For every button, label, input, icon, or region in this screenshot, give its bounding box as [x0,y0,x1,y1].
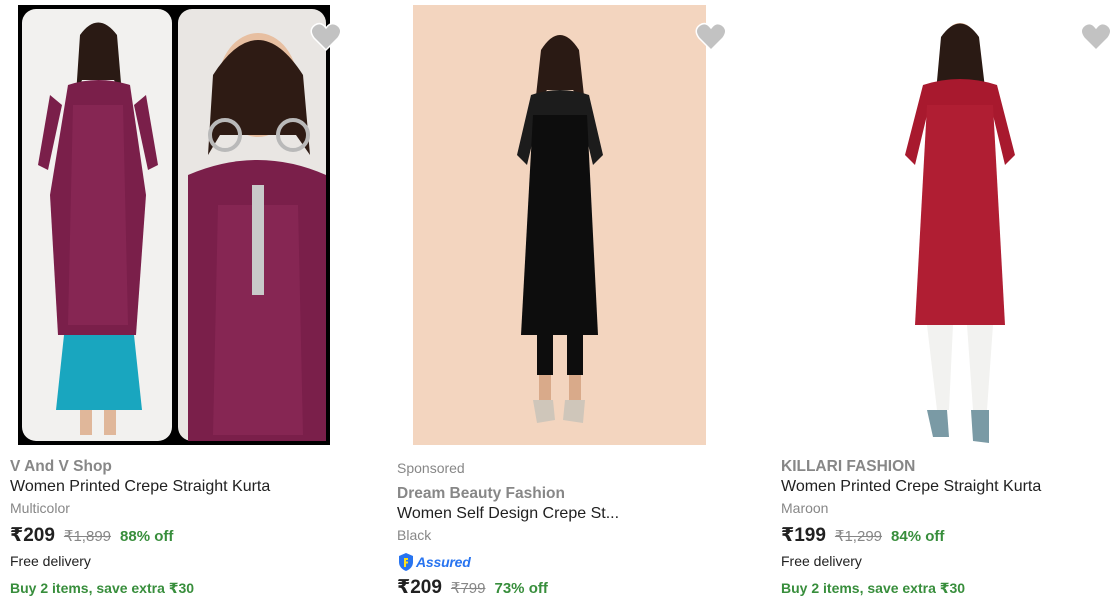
assured-label: Assured [416,554,471,570]
selling-price: ₹209 [397,577,442,598]
discount-percent: 84% off [891,528,945,545]
product-variant: Maroon [781,500,829,516]
product-image[interactable] [18,5,330,445]
brand-name: Dream Beauty Fashion [397,485,565,502]
original-price: ₹1,299 [834,528,883,545]
product-photo [413,5,706,445]
product-title[interactable]: Women Printed Crepe Straight Kurta [781,477,1105,497]
delivery-info: Free delivery [781,553,862,569]
product-variant: Multicolor [10,500,70,516]
product-image[interactable] [413,5,706,445]
product-photo [865,5,1045,445]
product-info: V And V Shop Women Printed Crepe Straigh… [10,457,375,597]
product-variant: Black [397,527,432,543]
product-photo [18,5,330,445]
assured-badge: Assured [397,552,760,572]
bundle-offer: Buy 2 items, save extra ₹30 [10,580,195,596]
brand-name: V And V Shop [10,458,112,475]
original-price: ₹1,899 [63,528,112,545]
original-price: ₹799 [450,580,486,597]
product-card[interactable]: KILLARI FASHION Women Printed Crepe Stra… [770,0,1115,605]
product-title[interactable]: Women Self Design Crepe St... [397,504,760,524]
price-row: ₹209 ₹799 73% off [397,576,760,600]
wishlist-heart-icon[interactable] [310,22,342,52]
product-info: Sponsored Dream Beauty Fashion Women Sel… [397,459,760,600]
sponsored-label: Sponsored [397,460,465,476]
wishlist-heart-icon[interactable] [695,22,727,52]
wishlist-heart-icon[interactable] [1080,22,1112,52]
brand-name: KILLARI FASHION [781,458,916,475]
product-card[interactable]: V And V Shop Women Printed Crepe Straigh… [0,0,385,605]
price-row: ₹199 ₹1,299 84% off [781,524,1105,548]
discount-percent: 88% off [120,528,174,545]
product-info: KILLARI FASHION Women Printed Crepe Stra… [781,457,1105,597]
delivery-info: Free delivery [10,553,91,569]
bundle-offer: Buy 2 items, save extra ₹30 [781,580,966,596]
discount-percent: 73% off [494,580,548,597]
price-row: ₹209 ₹1,899 88% off [10,524,375,548]
product-image[interactable] [865,5,1045,445]
assured-shield-icon [399,553,413,571]
product-title[interactable]: Women Printed Crepe Straight Kurta [10,477,375,497]
selling-price: ₹209 [10,525,55,546]
product-card[interactable]: Sponsored Dream Beauty Fashion Women Sel… [385,0,770,605]
selling-price: ₹199 [781,525,826,546]
